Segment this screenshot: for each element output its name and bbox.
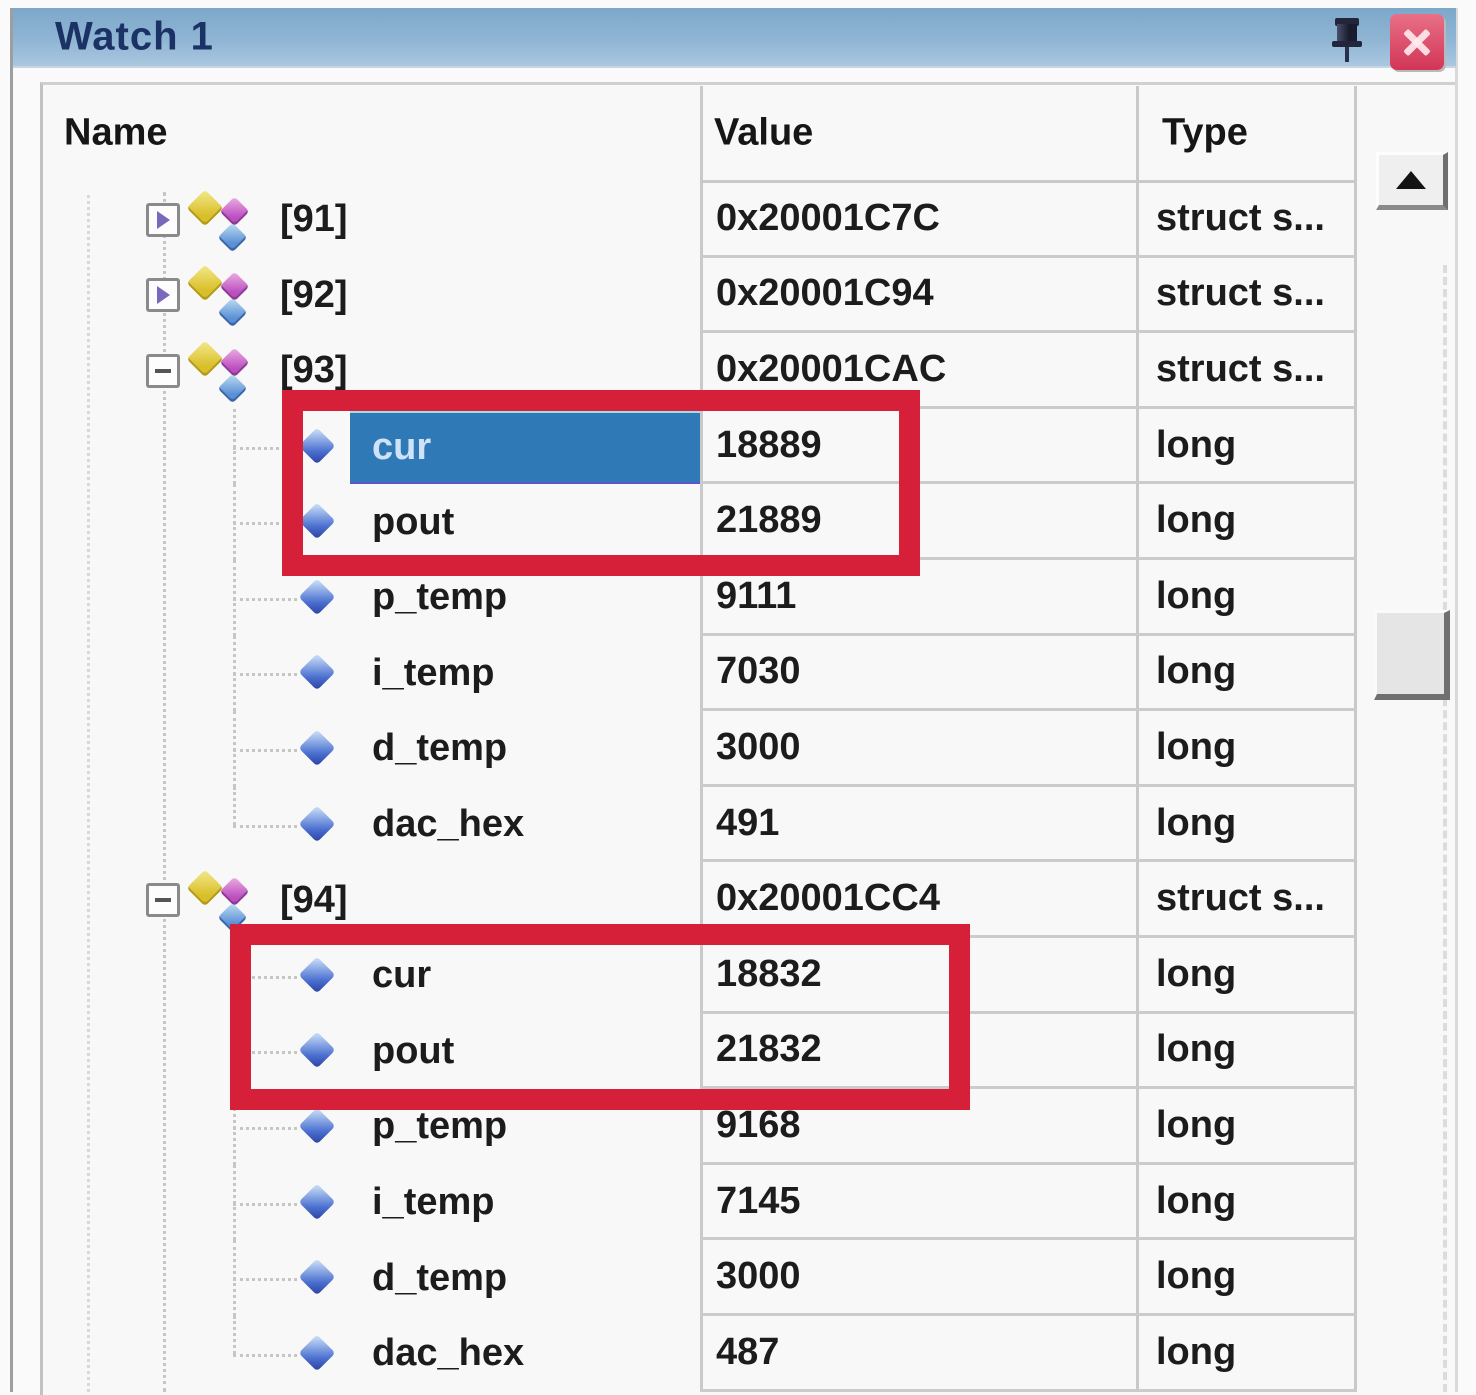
member-diamond-icon (300, 805, 336, 845)
row-value[interactable]: 3000 (700, 711, 1136, 787)
row-name: d_temp (372, 1257, 507, 1300)
row-type: long (1136, 560, 1355, 636)
row-name: [94] (280, 879, 348, 922)
table-row[interactable]: dac_hex 491 long (42, 787, 1355, 863)
collapse-icon[interactable] (146, 883, 180, 917)
row-type: struct s... (1136, 862, 1355, 938)
row-type: long (1136, 1014, 1355, 1090)
row-value[interactable]: 0x20001C94 (700, 258, 1136, 334)
row-value[interactable]: 7030 (700, 636, 1136, 712)
row-type: long (1136, 711, 1355, 787)
name-cell: i_temp (42, 1165, 700, 1241)
row-type: struct s... (1136, 333, 1355, 409)
column-header-name[interactable]: Name (64, 112, 168, 155)
row-type: struct s... (1136, 182, 1355, 258)
scroll-up-icon (1396, 171, 1426, 189)
member-diamond-icon (300, 729, 336, 769)
member-diamond-icon (300, 1107, 336, 1147)
row-type: long (1136, 484, 1355, 560)
row-type: long (1136, 787, 1355, 863)
row-value[interactable]: 0x20001C7C (700, 182, 1136, 258)
window-left-border (10, 8, 13, 1392)
watch-rows: [91] 0x20001C7C struct s... [92] 0x20001… (42, 182, 1355, 1392)
scrollbar-track[interactable] (1443, 265, 1447, 1392)
table-row[interactable]: [92] 0x20001C94 struct s... (42, 258, 1355, 334)
row-value[interactable]: 491 (700, 787, 1136, 863)
row-type: long (1136, 938, 1355, 1014)
annotation-red-box-1 (282, 390, 920, 576)
column-header-row: Name Value Type (42, 84, 1355, 182)
row-name: [92] (280, 274, 348, 317)
row-type: long (1136, 636, 1355, 712)
close-button[interactable] (1390, 14, 1444, 70)
row-name: d_temp (372, 727, 507, 770)
name-cell: d_temp (42, 711, 700, 787)
member-diamond-icon (300, 1183, 336, 1223)
row-name: dac_hex (372, 803, 524, 846)
table-row[interactable]: i_temp 7030 long (42, 636, 1355, 712)
watch-window-titlebar[interactable]: Watch 1 (13, 8, 1456, 68)
table-row[interactable]: d_temp 3000 long (42, 711, 1355, 787)
expand-icon[interactable] (146, 203, 180, 237)
row-name: dac_hex (372, 1332, 524, 1375)
row-type: long (1136, 409, 1355, 485)
row-type: long (1136, 1316, 1355, 1392)
row-name: [91] (280, 198, 348, 241)
row-name: i_temp (372, 1181, 494, 1224)
table-row[interactable]: [91] 0x20001C7C struct s... (42, 182, 1355, 258)
struct-icon (190, 338, 252, 404)
row-type: struct s... (1136, 258, 1355, 334)
row-value[interactable]: 7145 (700, 1165, 1136, 1241)
row-name: i_temp (372, 652, 494, 695)
pin-icon[interactable] (1327, 14, 1367, 66)
name-cell: dac_hex (42, 1316, 700, 1392)
struct-icon (190, 187, 252, 253)
scrollbar-thumb[interactable] (1374, 610, 1450, 700)
row-type: long (1136, 1089, 1355, 1165)
row-name: p_temp (372, 1105, 507, 1148)
struct-icon (190, 262, 252, 328)
scroll-up-button[interactable] (1376, 152, 1448, 210)
row-name: p_temp (372, 576, 507, 619)
member-diamond-icon (300, 1334, 336, 1374)
table-row[interactable]: i_temp 7145 long (42, 1165, 1355, 1241)
table-row[interactable]: dac_hex 487 long (42, 1316, 1355, 1392)
column-header-type[interactable]: Type (1162, 112, 1248, 155)
member-diamond-icon (300, 1258, 336, 1298)
member-diamond-icon (300, 578, 336, 618)
row-type: long (1136, 1240, 1355, 1316)
row-value[interactable]: 487 (700, 1316, 1136, 1392)
table-row[interactable]: d_temp 3000 long (42, 1240, 1355, 1316)
row-value[interactable]: 3000 (700, 1240, 1136, 1316)
column-header-value[interactable]: Value (714, 112, 813, 155)
name-cell: i_temp (42, 636, 700, 712)
expand-icon[interactable] (146, 278, 180, 312)
row-type: long (1136, 1165, 1355, 1241)
name-cell: [91] (42, 182, 700, 258)
member-diamond-icon (300, 653, 336, 693)
name-cell: d_temp (42, 1240, 700, 1316)
collapse-icon[interactable] (146, 354, 180, 388)
window-title: Watch 1 (55, 15, 214, 60)
annotation-red-box-2 (230, 924, 970, 1110)
name-cell: dac_hex (42, 787, 700, 863)
window-right-border (1455, 8, 1458, 1392)
row-name: [93] (280, 349, 348, 392)
name-cell: [92] (42, 258, 700, 334)
